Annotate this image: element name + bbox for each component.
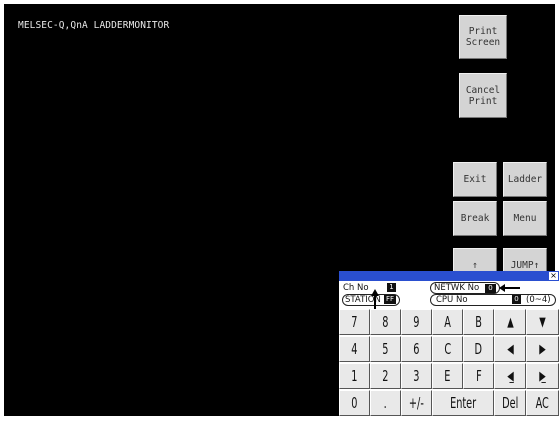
key-e[interactable]: E	[432, 363, 463, 389]
key-dot[interactable]: .	[370, 390, 401, 416]
key-b[interactable]: B	[463, 309, 494, 335]
key-5[interactable]: 5	[370, 336, 401, 362]
key-6[interactable]: 6	[401, 336, 432, 362]
key-f[interactable]: F	[463, 363, 494, 389]
key-0[interactable]: 0	[339, 390, 370, 416]
right-arrow-icon[interactable]: ▶	[526, 336, 559, 362]
netwk-no-value[interactable]: 0	[485, 284, 496, 293]
all-clear-key[interactable]: AC	[526, 390, 559, 416]
exit-button[interactable]: Exit	[453, 162, 497, 197]
ch-no-label: Ch No	[343, 283, 369, 293]
key-d[interactable]: D	[463, 336, 494, 362]
forward-arrow-icon[interactable]: ▶̲	[526, 363, 559, 389]
key-c[interactable]: C	[432, 336, 463, 362]
key-8[interactable]: 8	[370, 309, 401, 335]
pointer-up-arrowhead-icon	[371, 289, 379, 296]
key-7[interactable]: 7	[339, 309, 370, 335]
down-arrow-icon[interactable]: ▼	[526, 309, 559, 335]
cpu-no-value[interactable]: 0	[512, 295, 521, 304]
print-screen-button[interactable]: Print Screen	[459, 15, 507, 59]
station-value[interactable]: FF	[384, 295, 396, 304]
netwk-no-label: NETWK No	[434, 283, 480, 293]
ch-no-value[interactable]: 1	[387, 283, 396, 292]
key-3[interactable]: 3	[401, 363, 432, 389]
key-2[interactable]: 2	[370, 363, 401, 389]
pointer-arrowhead-icon	[499, 284, 505, 292]
hmi-screen: MELSEC-Q,QnA LADDERMONITOR Print Screen …	[0, 0, 559, 421]
left-arrow-icon[interactable]: ◀	[494, 336, 526, 362]
key-a[interactable]: A	[432, 309, 463, 335]
back-arrow-icon[interactable]: ◀̲	[494, 363, 526, 389]
close-icon[interactable]: ×	[549, 272, 558, 280]
menu-button[interactable]: Menu	[503, 201, 547, 236]
up-arrow-icon[interactable]: ▲	[494, 309, 526, 335]
key-9[interactable]: 9	[401, 309, 432, 335]
break-button[interactable]: Break	[453, 201, 497, 236]
cpu-no-label: CPU No	[436, 295, 468, 305]
keypad-titlebar[interactable]	[339, 271, 559, 281]
ladder-button[interactable]: Ladder	[503, 162, 547, 197]
key-4[interactable]: 4	[339, 336, 370, 362]
enter-key[interactable]: Enter	[432, 390, 494, 416]
cancel-print-button[interactable]: Cancel Print	[459, 73, 507, 118]
cpu-range-label: (0~4)	[526, 295, 551, 305]
numeric-keypad-window: × Ch No 1 NETWK No 0 STATION FF CPU No 0…	[339, 271, 559, 421]
delete-key[interactable]: Del	[494, 390, 526, 416]
key-1[interactable]: 1	[339, 363, 370, 389]
app-title: MELSEC-Q,QnA LADDERMONITOR	[18, 20, 170, 31]
key-plus-minus[interactable]: +/-	[401, 390, 432, 416]
